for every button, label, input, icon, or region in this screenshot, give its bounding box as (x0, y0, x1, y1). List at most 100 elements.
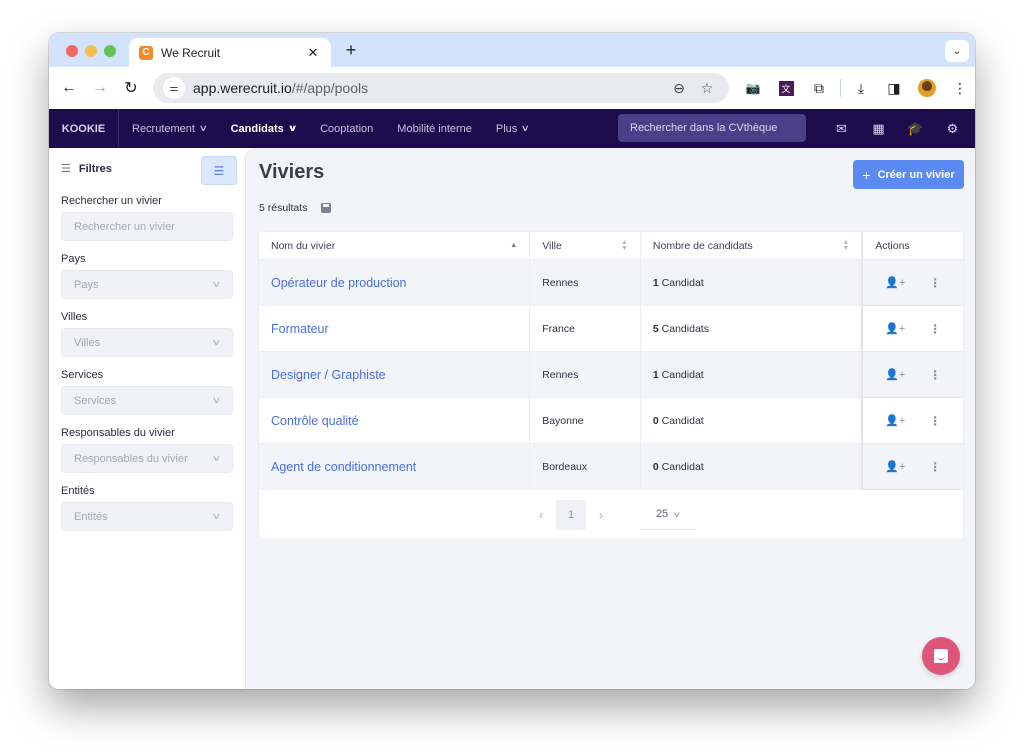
new-tab-button[interactable]: + (341, 40, 361, 61)
table-row[interactable]: Designer / Graphiste Rennes 1 Candidat 👤… (259, 352, 963, 398)
side-panel-icon[interactable]: ◨ (880, 74, 908, 102)
count-number: 5 (652, 322, 659, 335)
forward-button[interactable]: → (89, 77, 111, 99)
graduation-cap-icon[interactable]: 🎓 (897, 121, 934, 137)
chevron-down-icon: ∨ (287, 123, 298, 133)
nav-icon-group: ✉ ▦ 🎓 ⚙ (823, 109, 971, 148)
table-row[interactable]: Contrôle qualité Bayonne 0 Candidat 👤+ ⋮ (259, 398, 963, 444)
more-options-icon[interactable]: ⋮ (929, 276, 941, 290)
bookmark-star-icon[interactable]: ☆ (695, 80, 719, 97)
extension-button[interactable]: 文 (772, 74, 800, 102)
nav-item-mobilite-interne[interactable]: Mobilité interne (385, 109, 484, 148)
create-vivier-button[interactable]: + Créer un vivier (853, 160, 964, 189)
cvtheque-search-input[interactable] (618, 114, 806, 142)
viviers-table: Nom du vivier ▲ Ville ▲ ▼ Nombre de candi… (258, 231, 964, 540)
browser-window: C We Recruit ✕ + ⌄ ← → ↻ ⚌ app.werecruit… (49, 33, 975, 689)
close-tab-icon[interactable]: ✕ (305, 45, 321, 61)
calendar-icon[interactable]: ▦ (860, 121, 897, 137)
nav-item-candidats[interactable]: Candidats ∨ (219, 109, 309, 148)
services-select[interactable]: Services ∨ (61, 386, 233, 415)
more-options-icon[interactable]: ⋮ (929, 322, 941, 336)
chat-support-button[interactable] (922, 637, 960, 675)
vivier-city: Rennes (530, 260, 641, 305)
browser-toolbar: ← → ↻ ⚌ app.werecruit.io/#/app/pools ⊖ ☆… (49, 67, 975, 109)
search-vivier-input[interactable]: Rechercher un vivier (61, 212, 233, 241)
page-size-select[interactable]: 25 ∨ (640, 500, 696, 530)
address-bar[interactable]: ⚌ app.werecruit.io/#/app/pools ⊖ ☆ (153, 73, 729, 103)
url-host: app.werecruit.io (193, 80, 292, 96)
toggle-filters-button[interactable]: ☰ (201, 156, 237, 185)
zoom-icon[interactable]: ⊖ (667, 80, 691, 97)
browser-tab[interactable]: C We Recruit ✕ (129, 38, 331, 67)
reload-button[interactable]: ↻ (120, 77, 142, 99)
download-icon[interactable]: ⤓ (847, 74, 875, 102)
chrome-menu-icon[interactable]: ⋮ (946, 74, 974, 102)
back-button[interactable]: ← (58, 77, 80, 99)
site-info-icon[interactable]: ⚌ (163, 77, 185, 99)
maximize-window-button[interactable] (104, 45, 116, 57)
werecruit-favicon-icon: C (139, 45, 153, 60)
more-options-icon[interactable]: ⋮ (929, 460, 941, 474)
add-candidate-icon[interactable]: 👤+ (885, 368, 905, 381)
previous-page-button[interactable]: ‹ (526, 508, 556, 522)
count-number: 0 (652, 460, 659, 473)
chevron-down-icon: ∨ (211, 511, 222, 521)
column-header-nombre-candidats[interactable]: Nombre de candidats ▲ ▼ (641, 232, 863, 259)
add-candidate-icon[interactable]: 👤+ (885, 460, 905, 473)
sliders-icon: ☰ (213, 163, 225, 178)
vivier-name-link[interactable]: Designer / Graphiste (259, 352, 531, 397)
save-icon[interactable] (321, 203, 332, 213)
villes-select[interactable]: Villes ∨ (61, 328, 233, 357)
column-header-nom[interactable]: Nom du vivier ▲ (259, 232, 531, 259)
row-actions: 👤+ ⋮ (862, 260, 963, 305)
vivier-candidate-count: 0 Candidat (641, 398, 863, 443)
count-label: Candidat (661, 368, 704, 381)
nav-item-plus[interactable]: Plus ∨ (484, 109, 541, 148)
tab-strip: C We Recruit ✕ + ⌄ (49, 33, 975, 67)
pays-select[interactable]: Pays ∨ (61, 270, 233, 299)
close-window-button[interactable] (66, 45, 78, 57)
settings-gear-icon[interactable]: ⚙ (934, 121, 971, 137)
entites-select[interactable]: Entités ∨ (61, 502, 233, 531)
mail-icon[interactable]: ✉ (823, 121, 860, 137)
column-header-ville[interactable]: Ville ▲ ▼ (530, 232, 641, 259)
table-row[interactable]: Formateur France 5 Candidats 👤+ ⋮ (259, 306, 963, 352)
vivier-name-link[interactable]: Formateur (259, 306, 531, 351)
minimize-window-button[interactable] (85, 45, 97, 57)
tab-title: We Recruit (161, 45, 221, 60)
tab-search-button[interactable]: ⌄ (945, 40, 969, 62)
responsables-select[interactable]: Responsables du vivier ∨ (61, 444, 233, 473)
url-path: /#/app/pools (291, 80, 369, 96)
nav-item-cooptation[interactable]: Cooptation (308, 109, 385, 148)
next-page-button[interactable]: › (586, 508, 616, 522)
count-number: 1 (652, 368, 659, 381)
url-text[interactable]: app.werecruit.io/#/app/pools (193, 80, 663, 96)
vivier-name-link[interactable]: Agent de conditionnement (259, 444, 531, 489)
pagination: ‹ 1 › 25 ∨ (259, 490, 963, 539)
brand-logo[interactable]: KOOKIE (49, 109, 119, 148)
filter-label-entites: Entités (61, 485, 95, 497)
vivier-name-link[interactable]: Opérateur de production (259, 260, 531, 305)
count-label: Candidat (661, 276, 704, 289)
add-candidate-icon[interactable]: 👤+ (885, 414, 905, 427)
profile-avatar[interactable] (913, 74, 941, 102)
vivier-name-link[interactable]: Contrôle qualité (259, 398, 531, 443)
select-placeholder: Responsables du vivier (74, 452, 188, 465)
more-options-icon[interactable]: ⋮ (929, 414, 941, 428)
input-placeholder: Rechercher un vivier (74, 220, 175, 233)
chevron-down-icon: ∨ (672, 509, 682, 519)
plus-icon: + (862, 166, 871, 183)
extensions-puzzle-icon[interactable]: ⧉ (805, 74, 833, 102)
table-row[interactable]: Opérateur de production Rennes 1 Candida… (259, 260, 963, 306)
camera-icon[interactable]: 📷 (739, 74, 767, 102)
toolbar-divider (840, 79, 841, 97)
page-number-button[interactable]: 1 (556, 499, 586, 530)
more-options-icon[interactable]: ⋮ (929, 368, 941, 382)
nav-item-label: Candidats (230, 122, 284, 135)
add-candidate-icon[interactable]: 👤+ (885, 322, 905, 335)
add-candidate-icon[interactable]: 👤+ (885, 276, 905, 289)
nav-item-label: Recrutement (132, 122, 195, 135)
nav-item-recrutement[interactable]: Recrutement ∨ (120, 109, 219, 148)
table-row[interactable]: Agent de conditionnement Bordeaux 0 Cand… (259, 444, 963, 490)
row-actions: 👤+ ⋮ (862, 398, 963, 443)
